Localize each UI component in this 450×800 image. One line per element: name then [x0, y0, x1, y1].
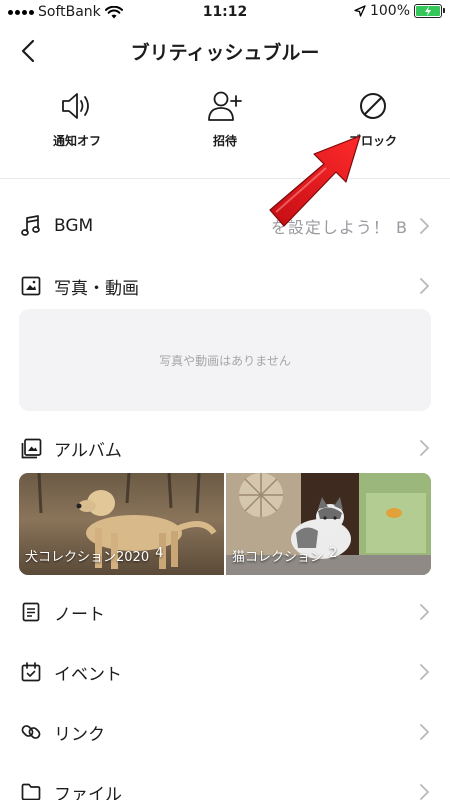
link-row[interactable]: リンク — [0, 712, 450, 752]
album-title: 犬コレクション2020 — [25, 550, 150, 565]
photo-icon — [21, 276, 41, 296]
music-note-icon — [21, 215, 40, 236]
album-label: アルバム — [54, 440, 122, 461]
album-icon — [21, 438, 41, 458]
chevron-right-icon — [419, 724, 429, 740]
add-user-icon — [208, 91, 242, 121]
note-label: ノート — [54, 604, 105, 625]
calendar-icon — [21, 662, 41, 682]
notification-off-button[interactable]: 通知オフ — [22, 88, 132, 158]
chevron-right-icon — [419, 440, 429, 456]
empty-media-placeholder: 写真や動画はありません — [19, 309, 431, 411]
notification-off-label: 通知オフ — [52, 134, 101, 148]
chevron-right-icon — [419, 218, 429, 234]
chevron-right-icon — [419, 604, 429, 620]
photos-videos-row[interactable]: 写真・動画 — [0, 266, 450, 306]
battery-percent: 100% — [369, 3, 410, 19]
album-carousel: 犬コレクション2020 4 猫コレクション 2 — [19, 473, 431, 575]
bgm-row[interactable]: BGM を設定しよう！ B — [0, 206, 450, 246]
link-icon — [21, 725, 41, 739]
red-arrow-annotation — [269, 135, 361, 227]
location-icon — [354, 5, 366, 17]
speaker-icon — [62, 93, 89, 119]
link-label: リンク — [54, 724, 105, 745]
note-icon — [22, 602, 40, 622]
bgm-label: BGM — [54, 216, 94, 236]
album-count: 2 — [329, 546, 338, 561]
chevron-right-icon — [419, 664, 429, 680]
event-row[interactable]: イベント — [0, 652, 450, 692]
event-label: イベント — [54, 664, 122, 685]
empty-media-message: 写真や動画はありません — [159, 353, 291, 368]
album-row[interactable]: アルバム — [0, 428, 450, 468]
album-card-cat[interactable]: 猫コレクション 2 — [226, 473, 431, 575]
divider — [0, 178, 450, 179]
header: ブリティッシュブルー — [0, 26, 450, 76]
action-bar: 通知オフ 招待 ブロック — [0, 88, 450, 168]
album-title: 猫コレクション — [232, 550, 324, 565]
system-status: 100% — [354, 3, 445, 19]
status-bar: SoftBank 11:12 100% — [0, 0, 450, 26]
folder-icon — [21, 783, 41, 800]
charging-bolt-icon — [425, 6, 431, 16]
album-card-dog[interactable]: 犬コレクション2020 4 — [19, 473, 224, 575]
chevron-right-icon — [419, 278, 429, 294]
album-count: 4 — [155, 546, 164, 561]
note-row[interactable]: ノート — [0, 592, 450, 632]
block-icon — [360, 93, 386, 119]
chevron-right-icon — [419, 784, 429, 800]
file-row[interactable]: ファイル — [0, 772, 450, 800]
file-label: ファイル — [54, 784, 122, 800]
page-title: ブリティッシュブルー — [130, 42, 320, 64]
battery-icon — [414, 4, 445, 18]
photos-videos-label: 写真・動画 — [54, 278, 139, 299]
